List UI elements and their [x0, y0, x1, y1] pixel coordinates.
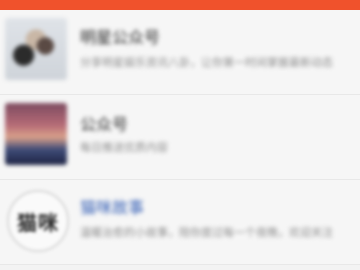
list-item[interactable]: 猫咪 猫咪故事 温暖治愈的小故事，陪你度过每一个夜晚，欢迎关注	[0, 180, 360, 265]
list-item[interactable]: 公众号 每日推送优质内容	[0, 95, 360, 180]
item-title: 明星公众号	[80, 28, 161, 47]
item-description: 每日推送优质内容	[80, 141, 168, 154]
item-thumbnail	[5, 18, 67, 80]
item-description: 温暖治愈的小故事，陪你度过每一个夜晚，欢迎关注	[80, 226, 333, 239]
item-title: 公众号	[80, 115, 129, 134]
item-thumbnail	[5, 103, 67, 165]
item-logo: 猫咪	[7, 190, 69, 252]
list-item[interactable]: 明星公众号 分享明星娱乐资讯八卦，让你第一时间掌握最新动态	[0, 10, 360, 95]
item-logo-text: 猫咪	[17, 210, 59, 235]
article-list: 明星公众号 分享明星娱乐资讯八卦，让你第一时间掌握最新动态 公众号 每日推送优质…	[0, 10, 360, 265]
item-description: 分享明星娱乐资讯八卦，让你第一时间掌握最新动态	[80, 56, 333, 69]
item-title: 猫咪故事	[80, 198, 145, 217]
top-accent-bar	[0, 0, 360, 10]
